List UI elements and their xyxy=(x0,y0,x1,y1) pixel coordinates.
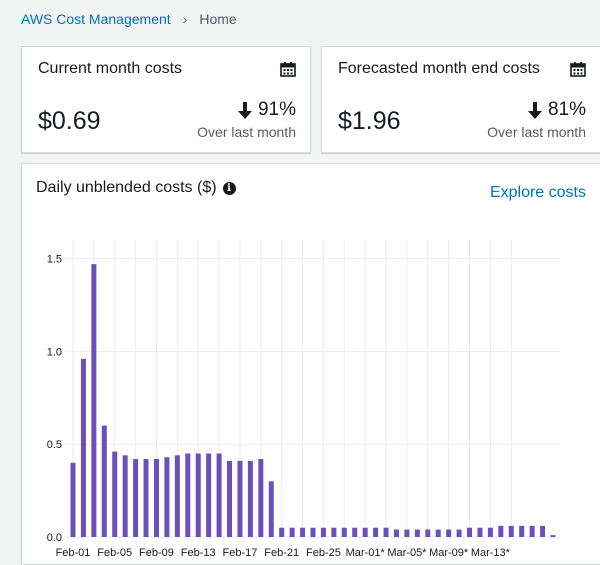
bar[interactable] xyxy=(529,525,535,537)
bar[interactable] xyxy=(258,459,264,537)
bar[interactable] xyxy=(247,460,253,537)
bar[interactable] xyxy=(216,453,222,537)
y-tick-label: 1.0 xyxy=(47,346,62,358)
bar[interactable] xyxy=(435,529,441,537)
bar[interactable] xyxy=(341,527,347,537)
bar[interactable] xyxy=(289,527,295,537)
bar[interactable] xyxy=(70,462,76,537)
x-tick-label: Mar-01* xyxy=(346,547,386,559)
bar[interactable] xyxy=(393,529,399,537)
bar[interactable] xyxy=(550,535,556,537)
bar[interactable] xyxy=(352,527,358,537)
bar[interactable] xyxy=(320,527,326,537)
bar[interactable] xyxy=(425,529,431,537)
bar[interactable] xyxy=(300,527,306,537)
bar[interactable] xyxy=(153,459,159,537)
bar[interactable] xyxy=(540,525,546,537)
daily-costs-chart: 0.0 0.5 1.0 1.5 Feb-01 Feb-05 Feb-09 Feb-13 Feb-… xyxy=(47,240,560,559)
bar[interactable] xyxy=(519,525,525,537)
bar[interactable] xyxy=(80,358,86,537)
bar[interactable] xyxy=(195,453,201,537)
bar[interactable] xyxy=(174,455,180,537)
bar[interactable] xyxy=(185,453,191,537)
bar[interactable] xyxy=(91,264,97,537)
y-tick-label: 0.0 xyxy=(47,532,62,544)
bar[interactable] xyxy=(373,527,379,537)
bar[interactable] xyxy=(122,455,128,537)
y-tick-label: 0.5 xyxy=(47,439,62,451)
bar[interactable] xyxy=(310,527,316,537)
bar[interactable] xyxy=(487,527,493,537)
bar[interactable] xyxy=(362,527,368,537)
bar[interactable] xyxy=(467,527,473,537)
bar[interactable] xyxy=(477,527,483,537)
x-tick-label: Feb-13 xyxy=(181,547,216,559)
bar[interactable] xyxy=(279,527,285,537)
bar[interactable] xyxy=(331,527,337,537)
x-tick-label: Feb-09 xyxy=(139,547,174,559)
bar[interactable] xyxy=(143,459,149,537)
bar[interactable] xyxy=(414,529,420,537)
x-tick-label: Feb-21 xyxy=(264,547,299,559)
bar[interactable] xyxy=(446,529,452,537)
bar[interactable] xyxy=(227,460,233,537)
x-tick-label: Mar-05* xyxy=(387,547,427,559)
bar[interactable] xyxy=(164,457,170,537)
y-tick-label: 1.5 xyxy=(47,254,62,266)
bar[interactable] xyxy=(508,525,514,537)
x-tick-label: Feb-25 xyxy=(306,547,341,559)
bar[interactable] xyxy=(206,453,212,537)
x-tick-label: Feb-01 xyxy=(56,547,91,559)
bar[interactable] xyxy=(112,451,118,537)
bar[interactable] xyxy=(383,527,389,537)
bar[interactable] xyxy=(456,529,462,537)
bar[interactable] xyxy=(404,529,410,537)
bar[interactable] xyxy=(268,481,274,537)
x-tick-label: Mar-09* xyxy=(429,547,469,559)
x-tick-label: Feb-05 xyxy=(97,547,132,559)
bar[interactable] xyxy=(498,525,504,537)
x-tick-label: Feb-17 xyxy=(223,547,258,559)
bar[interactable] xyxy=(237,460,243,537)
x-tick-label: Mar-13* xyxy=(471,547,511,559)
bar[interactable] xyxy=(133,459,139,537)
bar[interactable] xyxy=(101,425,107,537)
